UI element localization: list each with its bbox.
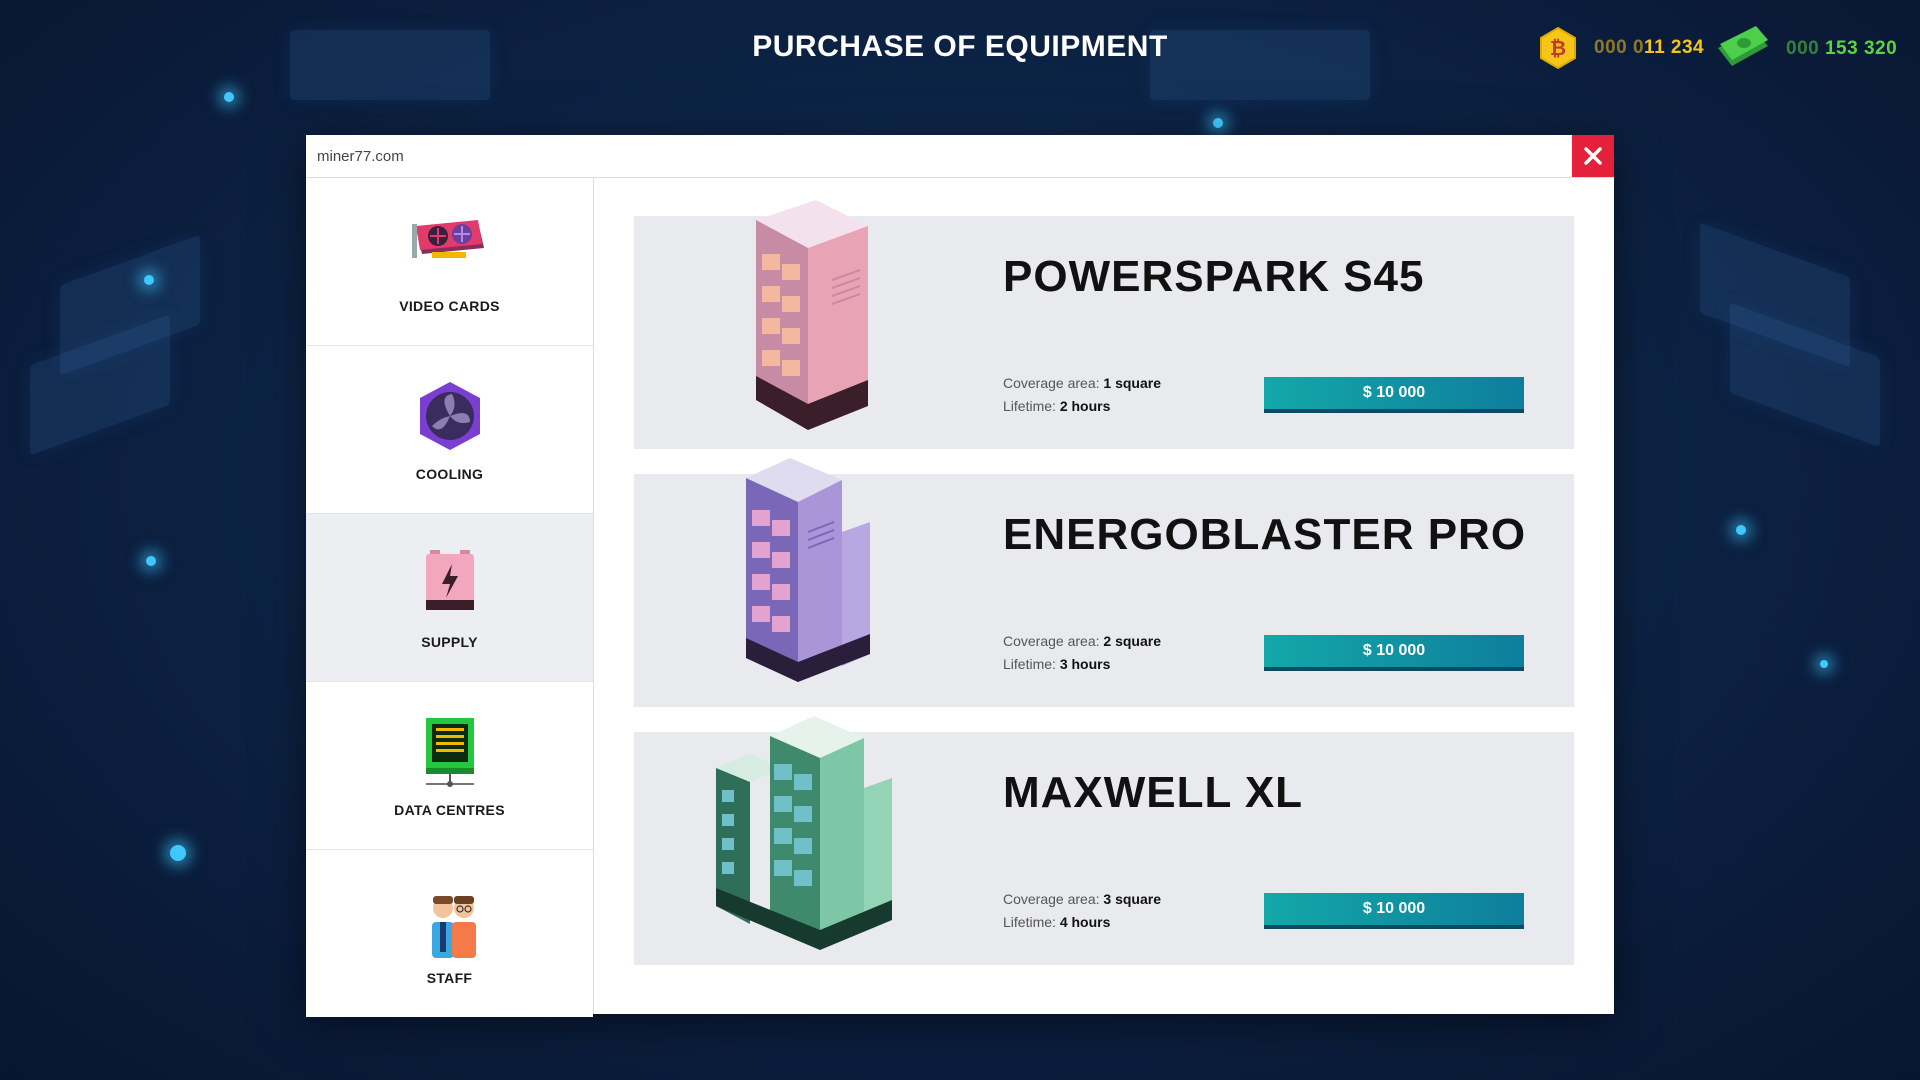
sidebar-item-staff[interactable]: STAFF: [306, 850, 593, 1017]
glow-light: [1820, 660, 1828, 668]
glow-light: [1736, 525, 1746, 535]
buy-button[interactable]: $ 10 000: [1264, 377, 1524, 413]
shop-window: miner77.com VIDEO CARDS COOLING SUPPLY D…: [306, 135, 1614, 1017]
sidebar-item-label: STAFF: [426, 969, 473, 986]
product-list: POWERSPARK S45 Coverage area: 1 square L…: [634, 200, 1574, 990]
product-name: MAXWELL XL: [1003, 768, 1304, 817]
lifetime-value: 2 hours: [1059, 398, 1111, 414]
product-specs: Coverage area: 3 square Lifetime: 4 hour…: [1003, 888, 1161, 934]
sidebar-item-label: SUPPLY: [421, 633, 478, 650]
video-card-icon: [411, 219, 484, 258]
product-name: ENERGOBLASTER PRO: [1003, 510, 1527, 559]
product-specs: Coverage area: 1 square Lifetime: 2 hour…: [1003, 372, 1161, 418]
glow-light: [146, 556, 156, 566]
power-supply-icon: [425, 549, 474, 610]
sidebar-item-label: COOLING: [415, 465, 484, 482]
cash-balance: 000 153 320: [1714, 26, 1897, 72]
close-icon: [1584, 147, 1602, 165]
cash-value: 000 153 320: [1786, 38, 1898, 59]
power-rack-purple-icon: [746, 458, 870, 682]
coverage-value: 2 square: [1103, 633, 1161, 649]
sidebar-item-cooling[interactable]: COOLING: [306, 346, 593, 514]
glow-light: [1213, 118, 1223, 128]
product-card: ENERGOBLASTER PRO Coverage area: 2 squar…: [634, 458, 1574, 707]
product-name: POWERSPARK S45: [1003, 252, 1425, 301]
bitcoin-balance: ₿ 000 011 234: [1536, 26, 1704, 70]
fan-icon: [419, 381, 480, 450]
coverage-label: Coverage area:: [1003, 375, 1100, 391]
sidebar-item-supply[interactable]: SUPPLY: [306, 514, 593, 682]
sidebar-item-label: VIDEO CARDS: [399, 297, 500, 314]
coverage-label: Coverage area:: [1003, 633, 1100, 649]
staff-icon: [431, 895, 476, 958]
power-rack-pink-icon: [756, 200, 868, 430]
buy-button[interactable]: $ 10 000: [1264, 635, 1524, 671]
coverage-label: Coverage area:: [1003, 891, 1100, 907]
lifetime-label: Lifetime:: [1003, 656, 1056, 672]
lifetime-label: Lifetime:: [1003, 398, 1056, 414]
lifetime-value: 3 hours: [1059, 656, 1111, 672]
cash-bundle-icon: [1718, 26, 1768, 66]
sidebar-item-data-centres[interactable]: DATA CENTRES: [306, 682, 593, 850]
bitcoin-value: 000 011 234: [1594, 37, 1705, 58]
product-card: POWERSPARK S45 Coverage area: 1 square L…: [634, 200, 1574, 449]
product-card: MAXWELL XL Coverage area: 3 square Lifet…: [634, 716, 1574, 965]
buy-button[interactable]: $ 10 000: [1264, 893, 1524, 929]
power-rack-green-icon: [716, 716, 892, 950]
coverage-value: 3 square: [1103, 891, 1161, 907]
sidebar-item-video-cards[interactable]: VIDEO CARDS: [306, 178, 593, 346]
product-specs: Coverage area: 2 square Lifetime: 3 hour…: [1003, 630, 1161, 676]
server-board-icon: [425, 717, 474, 787]
bitcoin-coin-icon: ₿: [1540, 26, 1576, 70]
address-bar: miner77.com: [306, 135, 1614, 178]
glow-light: [224, 92, 234, 102]
svg-text:₿: ₿: [1550, 38, 1566, 60]
site-url: miner77.com: [317, 147, 404, 165]
coverage-value: 1 square: [1103, 375, 1161, 391]
lifetime-value: 4 hours: [1059, 914, 1111, 930]
glow-light: [144, 275, 154, 285]
category-sidebar: VIDEO CARDS COOLING SUPPLY DATA CENTRES …: [306, 178, 594, 1017]
sidebar-item-label: DATA CENTRES: [394, 801, 505, 818]
lifetime-label: Lifetime:: [1003, 914, 1056, 930]
glow-light: [170, 845, 186, 861]
close-button[interactable]: [1572, 135, 1614, 177]
